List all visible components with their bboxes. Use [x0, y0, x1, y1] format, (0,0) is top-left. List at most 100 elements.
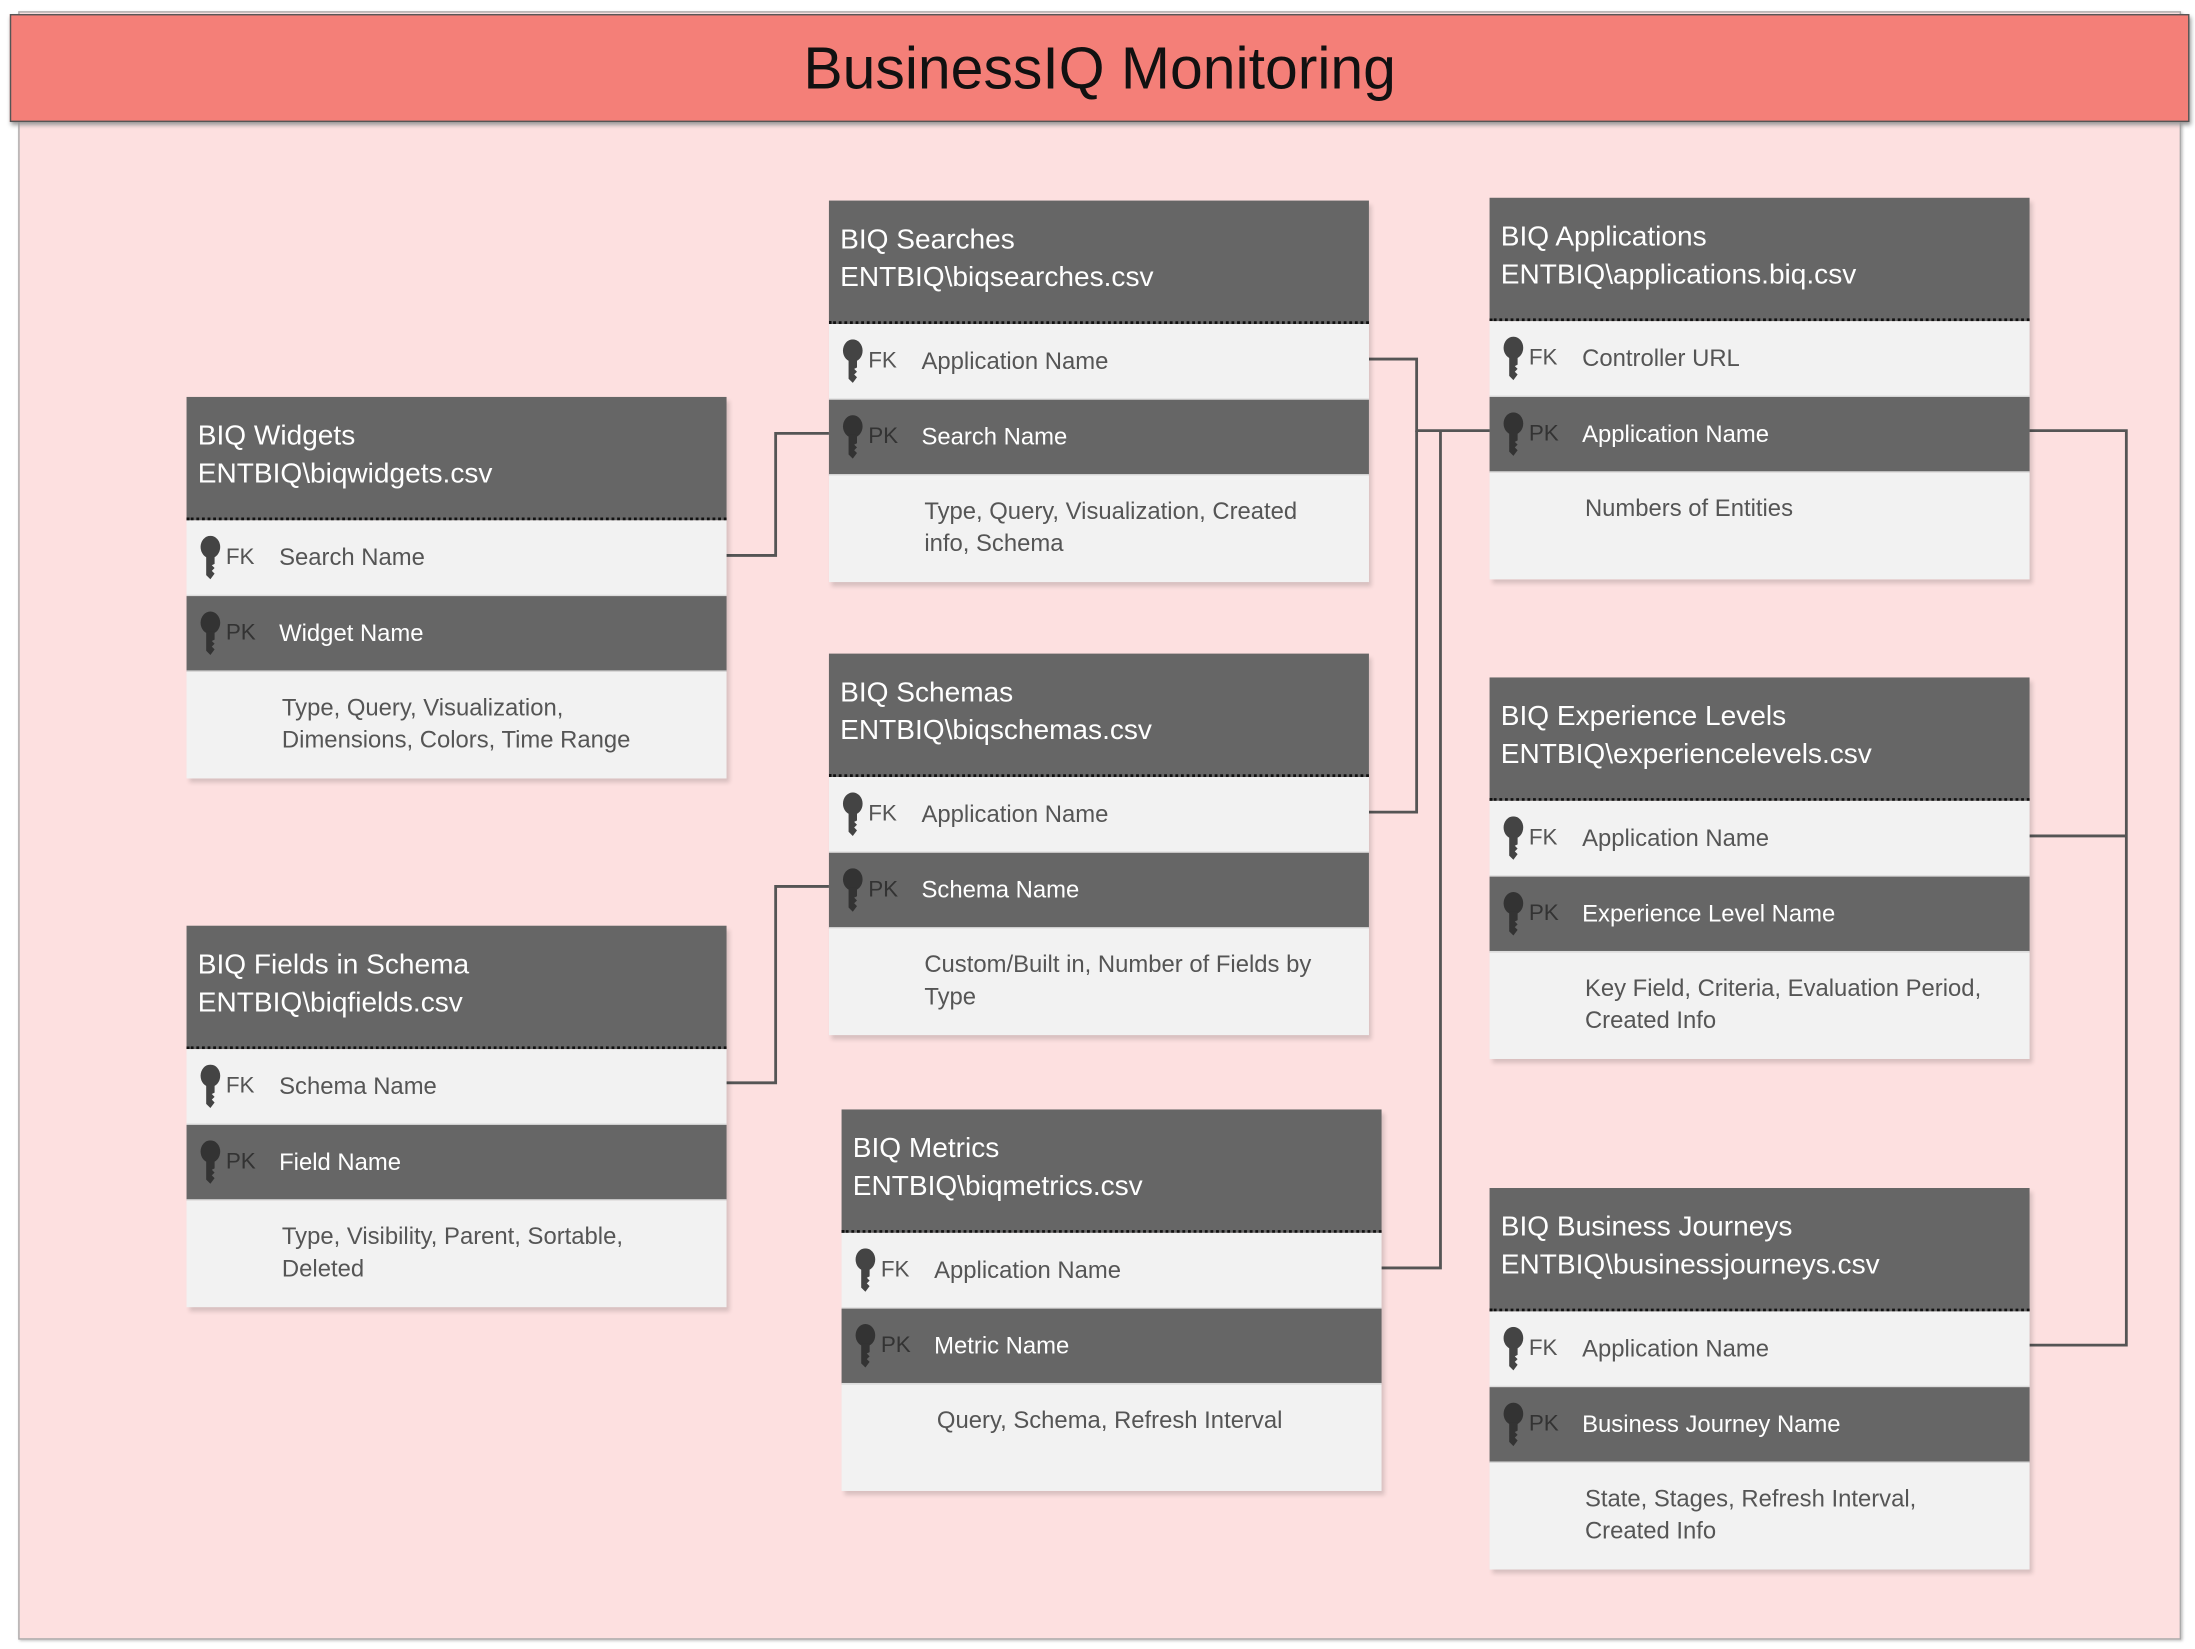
entity-table-searches: BIQ Searches ENTBIQ\biqsearches.csv FK Appl…	[828, 200, 1369, 583]
entity-table-journeys: BIQ Business Journeys ENTBIQ\businessjour…	[1489, 1188, 2030, 1570]
table-header: BIQ Schemas ENTBIQ\biqschemas.csv	[828, 653, 1369, 778]
attributes: Key Field, Criteria, Evaluation Period, …	[1489, 952, 2030, 1059]
primary-key-row: PK Schema Name	[828, 852, 1369, 929]
primary-key-row: PK Metric Name	[841, 1308, 1382, 1385]
key-icon	[1501, 815, 1529, 861]
attributes: Query, Schema, Refresh Interval	[841, 1384, 1382, 1491]
table-file: ENTBIQ\biqschemas.csv	[840, 715, 1152, 747]
key-icon	[198, 610, 226, 656]
connector-fields-schemas	[726, 885, 829, 1085]
table-header: BIQ Widgets ENTBIQ\biqwidgets.csv	[186, 396, 727, 521]
table-file: ENTBIQ\biqsearches.csv	[840, 262, 1154, 294]
table-header: BIQ Metrics ENTBIQ\biqmetrics.csv	[841, 1109, 1382, 1233]
attributes: State, Stages, Refresh Interval, Created…	[1489, 1462, 2030, 1570]
table-name: BIQ Widgets	[197, 420, 356, 452]
pk-label: PK	[225, 620, 256, 645]
table-file: ENTBIQ\applications.biq.csv	[1500, 259, 1857, 291]
connector-metrics-applications	[1381, 430, 1442, 1270]
fk-field: Application Name	[934, 1256, 1122, 1283]
table-file: ENTBIQ\biqwidgets.csv	[197, 458, 493, 490]
connector-widgets-searches	[726, 432, 829, 557]
fk-field: Search Name	[279, 543, 425, 571]
connector-schemas-applications	[1368, 430, 1419, 814]
fk-label: FK	[1528, 345, 1558, 370]
entity-table-applications: BIQ Applications ENTBIQ\applications.biq.…	[1489, 197, 2030, 580]
table-header: BIQ Business Journeys ENTBIQ\businessjour…	[1489, 1188, 2030, 1312]
primary-key-row: PK Experience Level Name	[1489, 876, 2030, 953]
key-icon	[840, 867, 868, 913]
fk-label: FK	[868, 801, 897, 826]
fk-field: Application Name	[1582, 1334, 1770, 1362]
primary-key-row: PK Business Journey Name	[1489, 1387, 2030, 1463]
pk-field: Search Name	[921, 422, 1068, 450]
key-icon	[1501, 891, 1529, 936]
fk-label: FK	[880, 1257, 910, 1282]
table-file: ENTBIQ\biqfields.csv	[197, 987, 463, 1019]
key-icon	[1501, 335, 1529, 381]
table-name: BIQ Searches	[840, 224, 1015, 256]
table-file: ENTBIQ\experiencelevels.csv	[1500, 739, 1872, 771]
entity-table-fields: BIQ Fields in Schema ENTBIQ\biqfields.csv…	[186, 925, 727, 1308]
table-file: ENTBIQ\biqmetrics.csv	[852, 1171, 1143, 1203]
entity-table-experience: BIQ Experience Levels ENTBIQ\experiencele…	[1489, 677, 2030, 1059]
table-header: BIQ Fields in Schema ENTBIQ\biqfields.csv	[186, 925, 727, 1050]
fk-label: FK	[225, 1073, 255, 1098]
key-icon	[198, 535, 226, 580]
foreign-key-row: FK Search Name	[186, 520, 727, 597]
primary-key-row: PK Application Name	[1489, 396, 2030, 473]
foreign-key-row: FK Application Name	[828, 324, 1369, 400]
attributes: Type, Query, Visualization, Created info…	[828, 475, 1369, 583]
pk-field: Widget Name	[279, 619, 424, 646]
pk-field: Business Journey Name	[1582, 1410, 1841, 1437]
key-icon	[853, 1247, 881, 1293]
entity-table-metrics: BIQ Metrics ENTBIQ\biqmetrics.csv FK Applic…	[841, 1109, 1382, 1491]
connector-applications-journeys	[2029, 429, 2128, 1347]
entity-table-schemas: BIQ Schemas ENTBIQ\biqschemas.csv FK Applic…	[828, 653, 1369, 1036]
table-name: BIQ Applications	[1500, 221, 1707, 253]
foreign-key-row: FK Application Name	[828, 777, 1369, 853]
pk-field: Application Name	[1582, 420, 1770, 447]
key-icon	[198, 1139, 226, 1185]
table-file: ENTBIQ\businessjourneys.csv	[1500, 1249, 1880, 1281]
diagram-canvas: BusinessIQ Monitoring BIQ Widgets ENTBIQ\…	[0, 0, 2195, 1649]
attributes: Type, Visibility, Parent, Sortable, Dele…	[186, 1200, 727, 1308]
primary-key-row: PK Search Name	[828, 399, 1369, 476]
fk-label: FK	[868, 348, 897, 373]
foreign-key-row: FK Schema Name	[186, 1049, 727, 1125]
table-header: BIQ Experience Levels ENTBIQ\experiencele…	[1489, 677, 2030, 801]
attributes: Numbers of Entities	[1489, 472, 2030, 580]
key-icon	[1501, 1401, 1529, 1447]
fk-label: FK	[225, 544, 255, 569]
key-icon	[1501, 1326, 1529, 1371]
pk-label: PK	[225, 1149, 256, 1174]
pk-field: Metric Name	[934, 1331, 1070, 1359]
fk-label: FK	[1528, 1335, 1558, 1360]
table-name: BIQ Metrics	[852, 1133, 1000, 1165]
foreign-key-row: FK Controller URL	[1489, 321, 2030, 397]
pk-label: PK	[868, 424, 899, 449]
primary-key-row: PK Widget Name	[186, 596, 727, 672]
attributes: Type, Query, Visualization, Dimensions, …	[186, 671, 727, 779]
pk-label: PK	[868, 877, 899, 902]
pk-label: PK	[880, 1333, 911, 1358]
connector-searches-applications	[1368, 357, 1490, 433]
key-icon	[840, 414, 868, 459]
fk-field: Application Name	[921, 800, 1109, 827]
table-name: BIQ Business Journeys	[1500, 1211, 1793, 1243]
primary-key-row: PK Field Name	[186, 1124, 727, 1201]
pk-label: PK	[1528, 1411, 1559, 1436]
table-name: BIQ Experience Levels	[1500, 701, 1787, 733]
table-header: BIQ Searches ENTBIQ\biqsearches.csv	[828, 200, 1369, 325]
key-icon	[1501, 411, 1529, 457]
key-icon	[853, 1323, 881, 1368]
key-icon	[840, 791, 868, 837]
fk-field: Schema Name	[279, 1072, 437, 1099]
foreign-key-row: FK Application Name	[841, 1232, 1382, 1309]
table-name: BIQ Schemas	[840, 677, 1014, 709]
pk-field: Experience Level Name	[1582, 899, 1836, 927]
table-header: BIQ Applications ENTBIQ\applications.biq.…	[1489, 197, 2030, 322]
fk-field: Controller URL	[1582, 344, 1740, 371]
table-name: BIQ Fields in Schema	[197, 949, 470, 981]
foreign-key-row: FK Application Name	[1489, 800, 2030, 877]
pk-field: Schema Name	[921, 875, 1080, 903]
